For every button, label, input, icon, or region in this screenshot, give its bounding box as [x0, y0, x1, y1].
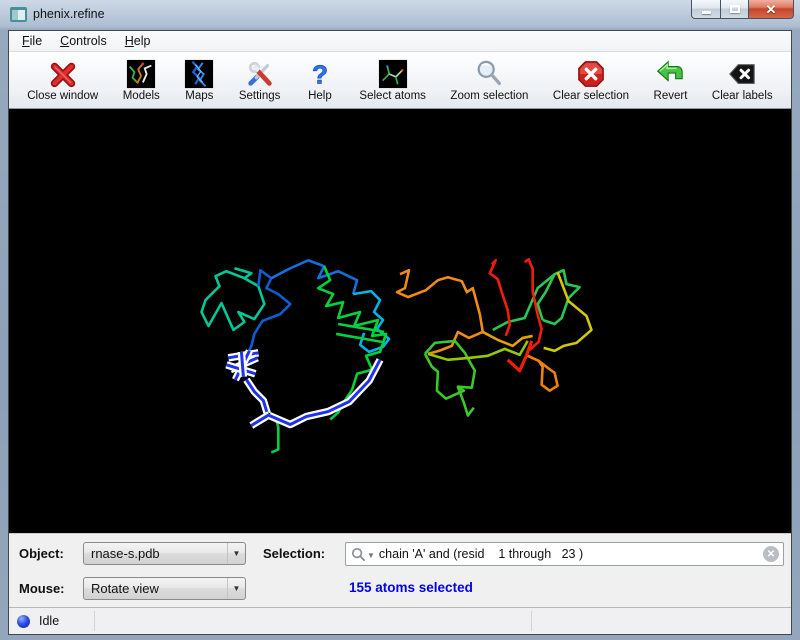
red-octagon-x-icon — [576, 59, 606, 89]
chevron-down-icon: ▼ — [227, 543, 245, 564]
minimize-icon — [702, 11, 711, 14]
question-mark-icon: ? — [305, 59, 335, 89]
svg-text:?: ? — [312, 59, 328, 89]
mouse-dropdown[interactable]: Rotate view ▼ — [83, 577, 246, 600]
search-options-chevron-icon[interactable]: ▼ — [367, 551, 375, 560]
chevron-down-icon: ▼ — [227, 578, 245, 599]
window-title: phenix.refine — [33, 7, 105, 21]
atoms-thumbnail-icon — [378, 59, 408, 89]
statusbar-divider — [531, 611, 532, 631]
magnifier-icon — [474, 59, 504, 89]
clear-labels-button[interactable]: Clear labels — [708, 57, 777, 104]
toolbar-label: Revert — [654, 90, 688, 102]
close-button[interactable]: ✕ — [748, 0, 794, 19]
statusbar-divider — [94, 611, 95, 631]
molecule-viewport[interactable] — [9, 109, 791, 533]
green-undo-arrow-icon — [655, 59, 685, 89]
clear-selection-button[interactable]: Clear selection — [549, 57, 633, 104]
selection-search-field[interactable]: ▼ chain 'A' and (resid 1 through 23 ) ✕ — [345, 542, 784, 566]
toolbar-label: Zoom selection — [450, 90, 528, 102]
clear-search-icon[interactable]: ✕ — [763, 546, 779, 562]
close-window-button[interactable]: Close window — [23, 57, 102, 104]
application-window: phenix.refine ✕ File Controls Help Close… — [0, 0, 800, 640]
toolbar-label: Maps — [185, 90, 213, 102]
molecule-trace — [9, 109, 791, 533]
menu-file[interactable]: File — [13, 32, 51, 50]
object-label: Object: — [19, 546, 64, 561]
help-button[interactable]: ? Help — [301, 57, 339, 104]
tools-icon — [245, 59, 275, 89]
minimize-button[interactable] — [691, 0, 721, 19]
toolbar-label: Models — [123, 90, 160, 102]
models-button[interactable]: Models — [119, 57, 164, 104]
toolbar: Close window Models — [9, 52, 791, 109]
status-text: Idle — [39, 614, 59, 628]
menu-help[interactable]: Help — [116, 32, 160, 50]
object-dropdown[interactable]: rnase-s.pdb ▼ — [83, 542, 246, 565]
object-dropdown-value: rnase-s.pdb — [91, 546, 160, 561]
model-thumbnail-icon — [126, 59, 156, 89]
search-icon — [351, 547, 366, 562]
close-icon: ✕ — [766, 3, 777, 16]
window-content: File Controls Help Close window — [8, 30, 792, 635]
toolbar-label: Help — [308, 90, 332, 102]
atoms-selected-text: 155 atoms selected — [349, 580, 473, 595]
mouse-label: Mouse: — [19, 581, 65, 596]
statusbar: Idle — [9, 607, 791, 634]
toolbar-label: Close window — [27, 90, 98, 102]
revert-button[interactable]: Revert — [650, 57, 692, 104]
settings-button[interactable]: Settings — [235, 57, 285, 104]
toolbar-label: Select atoms — [359, 90, 425, 102]
maps-button[interactable]: Maps — [180, 57, 218, 104]
status-indicator-icon — [17, 615, 30, 628]
map-mesh-thumbnail-icon — [184, 59, 214, 89]
menubar: File Controls Help — [9, 31, 791, 52]
maximize-button[interactable] — [720, 0, 749, 19]
maximize-icon — [730, 5, 740, 13]
black-tag-x-icon — [727, 59, 757, 89]
menu-controls[interactable]: Controls — [51, 32, 116, 50]
select-atoms-button[interactable]: Select atoms — [355, 57, 429, 104]
toolbar-label: Clear selection — [553, 90, 629, 102]
toolbar-label: Clear labels — [712, 90, 773, 102]
control-panel: Object: rnase-s.pdb ▼ Mouse: Rotate view… — [9, 533, 791, 607]
toolbar-label: Settings — [239, 90, 281, 102]
titlebar[interactable]: phenix.refine ✕ — [0, 0, 800, 30]
zoom-selection-button[interactable]: Zoom selection — [446, 57, 532, 104]
selection-label: Selection: — [263, 546, 325, 561]
red-x-icon — [48, 59, 78, 89]
app-icon — [10, 7, 27, 22]
selection-query-text[interactable]: chain 'A' and (resid 1 through 23 ) — [379, 547, 763, 561]
mouse-dropdown-value: Rotate view — [91, 581, 159, 596]
